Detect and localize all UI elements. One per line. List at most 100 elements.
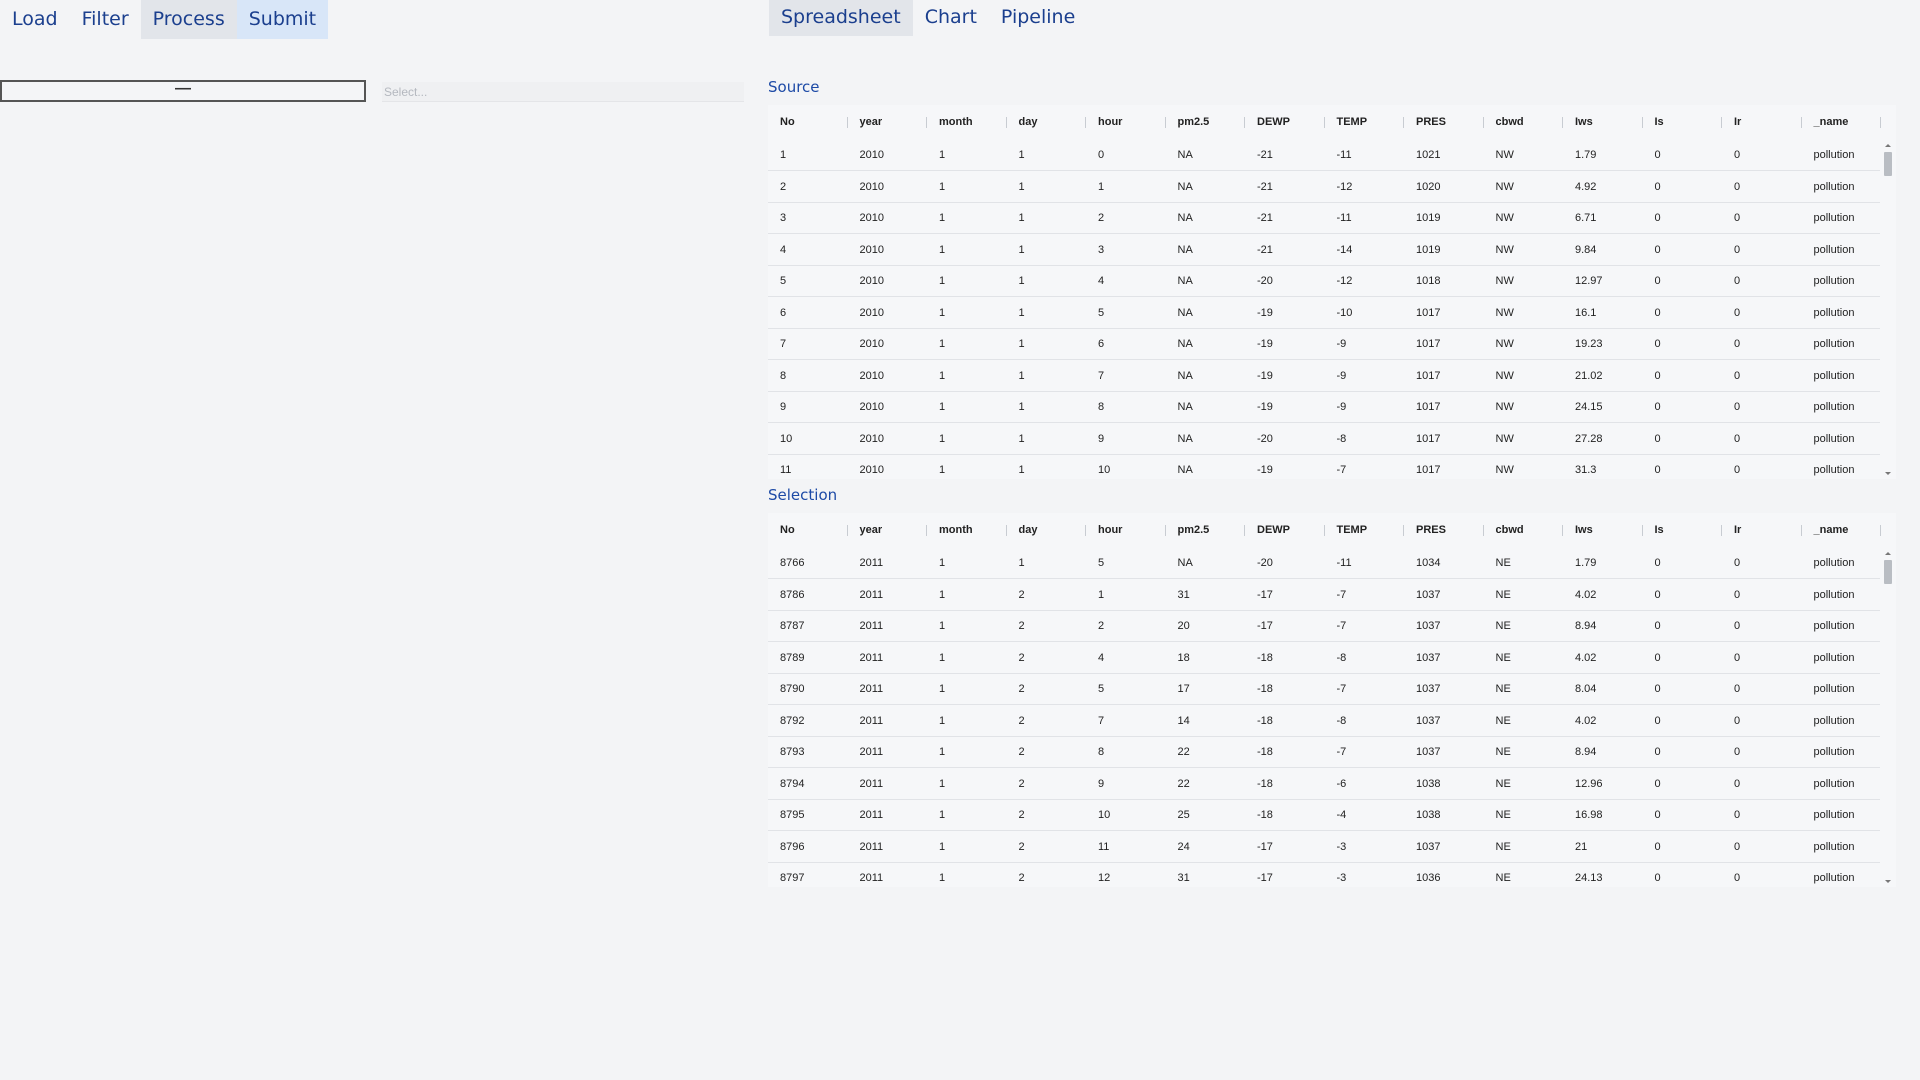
column-header[interactable]: _name [1802, 105, 1882, 140]
table-cell: 24 [1177, 840, 1190, 853]
scroll-down-icon[interactable] [1885, 880, 1891, 883]
column-header[interactable]: Is [1643, 513, 1723, 548]
table-cell: -18 [1257, 746, 1273, 758]
table-row[interactable]: 2 2010 1 1 1 NA -21 -12 1020 NW 4.92 0 0 pollution [768, 172, 1880, 203]
table-cell: -3 [1336, 872, 1347, 884]
table-cell: pollution [1813, 872, 1855, 884]
filter-button[interactable]: Filter [70, 0, 141, 39]
table-cell: 8766 [780, 557, 805, 569]
column-header[interactable]: year [848, 513, 928, 548]
table-cell: 1 [1018, 180, 1025, 193]
table-row[interactable]: 3 2010 1 1 2 NA -21 -11 1019 NW 6.71 0 0 pollution [768, 203, 1880, 234]
table-cell: 3 [1098, 243, 1105, 256]
table-cell: 2010 [859, 306, 884, 319]
column-header[interactable]: Ir [1722, 105, 1802, 140]
table-cell: 0 [1734, 149, 1741, 161]
column-header[interactable]: No [768, 105, 848, 140]
table-row[interactable]: 8792 2011 1 2 7 14 -18 -8 1037 NE 4.02 0 0 pollution [768, 706, 1880, 737]
column-select[interactable]: Select... [382, 82, 744, 102]
column-header[interactable]: Iws [1563, 513, 1643, 548]
column-header[interactable]: PRES [1404, 513, 1484, 548]
scroll-up-icon[interactable] [1885, 552, 1891, 555]
scroll-thumb[interactable] [1884, 560, 1892, 584]
column-header[interactable]: hour [1086, 105, 1166, 140]
table-row[interactable]: 8 2010 1 1 7 NA -19 -9 1017 NW 21.02 0 0 pollution [768, 361, 1880, 392]
table-row[interactable]: 8796 2011 1 2 11 24 -17 -3 1037 NE 21 0 0 pollution [768, 832, 1880, 863]
table-row[interactable]: 8787 2011 1 2 2 20 -17 -7 1037 NE 8.94 0 0 pollution [768, 611, 1880, 642]
column-header[interactable]: DEWP [1245, 513, 1325, 548]
column-header[interactable]: hour [1086, 513, 1166, 548]
load-button[interactable]: Load [0, 0, 70, 39]
table-cell: -20 [1257, 432, 1273, 445]
table-cell: 7 [780, 338, 787, 350]
tab-chart[interactable]: Chart [913, 0, 989, 36]
scroll-thumb[interactable] [1884, 152, 1892, 176]
table-cell: 0 [1734, 369, 1741, 382]
vertical-scrollbar[interactable] [1880, 548, 1896, 887]
column-header[interactable]: DEWP [1245, 105, 1325, 140]
table-row[interactable]: 8786 2011 1 2 1 31 -17 -7 1037 NE 4.02 0 0 pollution [768, 580, 1880, 611]
table-row[interactable]: 5 2010 1 1 4 NA -20 -12 1018 NW 12.97 0 0 pollution [768, 266, 1880, 297]
table-row[interactable]: 6 2010 1 1 5 NA -19 -10 1017 NW 16.1 0 0 pollution [768, 298, 1880, 329]
table-row[interactable]: 8797 2011 1 2 12 31 -17 -3 1036 NE 24.13 0 0 pollutio… [768, 863, 1880, 887]
table-cell: 12.97 [1575, 275, 1603, 287]
column-header[interactable]: month [927, 105, 1007, 140]
source-table[interactable]: No year month day hour pm2.5 DEWP TEMP PRES cbwd I… [768, 105, 1896, 479]
column-header[interactable]: Iws [1563, 105, 1643, 140]
column-header[interactable]: Ir [1722, 513, 1802, 548]
table-cell: 4 [1098, 651, 1105, 664]
table-cell: NW [1495, 306, 1514, 319]
process-button[interactable]: Process [140, 0, 237, 39]
table-row[interactable]: 7 2010 1 1 6 NA -19 -9 1017 NW 19.23 0 0 pollution [768, 329, 1880, 360]
table-cell: 8796 [780, 840, 805, 853]
table-cell: 1034 [1416, 557, 1441, 569]
column-header[interactable]: pm2.5 [1166, 513, 1246, 548]
column-header[interactable]: PRES [1404, 105, 1484, 140]
table-row[interactable]: 11 2010 1 1 10 NA -19 -7 1017 NW 31.3 0 0 pollution [768, 455, 1880, 479]
table-cell: 1020 [1416, 180, 1441, 193]
table-row[interactable]: 9 2010 1 1 8 NA -19 -9 1017 NW 24.15 0 0 pollution [768, 392, 1880, 423]
tab-spreadsheet[interactable]: Spreadsheet [769, 0, 913, 36]
table-row[interactable]: 8766 2011 1 1 5 NA -20 -11 1034 NE 1.79 0 0 pollution [768, 548, 1880, 579]
table-cell: NW [1495, 338, 1514, 350]
submit-button[interactable]: Submit [236, 0, 329, 39]
column-header[interactable]: day [1007, 513, 1087, 548]
table-cell: 1 [939, 212, 946, 224]
table-cell: 0 [1734, 557, 1741, 569]
column-header[interactable]: month [927, 513, 1007, 548]
vertical-scrollbar[interactable] [1880, 140, 1896, 479]
column-header[interactable]: Is [1643, 105, 1723, 140]
column-header[interactable]: year [848, 105, 928, 140]
table-cell: -12 [1336, 275, 1353, 287]
column-header[interactable]: _name [1802, 513, 1882, 548]
column-header[interactable]: No [768, 513, 848, 548]
table-row[interactable]: 8790 2011 1 2 5 17 -18 -7 1037 NE 8.04 0 0 pollution [768, 674, 1880, 705]
table-cell: pollution [1813, 306, 1855, 319]
table-row[interactable]: 4 2010 1 1 3 NA -21 -14 1019 NW 9.84 0 0 pollution [768, 235, 1880, 266]
table-cell: 4 [780, 243, 787, 256]
table-row[interactable]: 8793 2011 1 2 8 22 -18 -7 1037 NE 8.94 0 0 pollution [768, 737, 1880, 768]
table-cell: 2 [1018, 777, 1025, 790]
table-cell: NW [1495, 369, 1514, 382]
table-cell: 9 [1098, 777, 1105, 790]
column-header[interactable]: day [1007, 105, 1087, 140]
table-row[interactable]: 10 2010 1 1 9 NA -20 -8 1017 NW 27.28 0 0 pollution [768, 424, 1880, 455]
scroll-up-icon[interactable] [1885, 144, 1891, 147]
table-row[interactable]: 8795 2011 1 2 10 25 -18 -4 1038 NE 16.98 0 0 pollutio… [768, 800, 1880, 831]
table-row[interactable]: 8789 2011 1 2 4 18 -18 -8 1037 NE 4.02 0 0 pollution [768, 643, 1880, 674]
process-step-field[interactable]: — [0, 80, 366, 102]
table-row[interactable]: 1 2010 1 1 0 NA -21 -11 1021 NW 1.79 0 0 pollution [768, 140, 1880, 171]
column-header[interactable]: cbwd [1484, 105, 1564, 140]
column-header[interactable]: pm2.5 [1166, 105, 1246, 140]
column-header[interactable]: TEMP [1325, 105, 1405, 140]
table-cell: 0 [1654, 401, 1661, 413]
column-header[interactable]: TEMP [1325, 513, 1405, 548]
table-cell: 2011 [859, 840, 884, 853]
table-cell: 0 [1654, 464, 1661, 476]
table-cell: 1037 [1416, 840, 1441, 853]
tab-pipeline[interactable]: Pipeline [989, 0, 1087, 36]
column-header[interactable]: cbwd [1484, 513, 1564, 548]
selection-table[interactable]: No year month day hour pm2.5 DEWP TEMP PRES cbwd I… [768, 513, 1896, 887]
scroll-down-icon[interactable] [1885, 472, 1891, 475]
table-row[interactable]: 8794 2011 1 2 9 22 -18 -6 1038 NE 12.96 0 0 pollution [768, 769, 1880, 800]
